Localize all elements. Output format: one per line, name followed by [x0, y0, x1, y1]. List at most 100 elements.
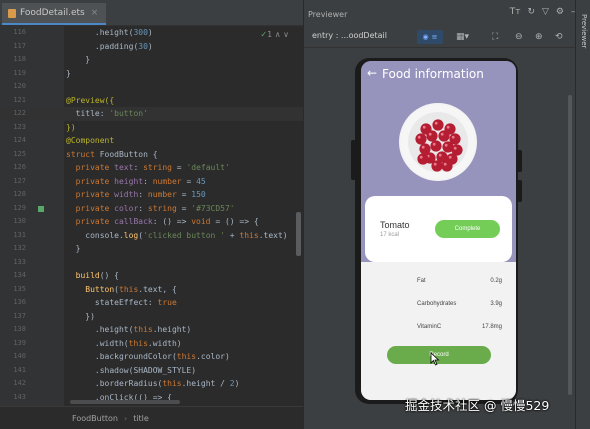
refresh-icon[interactable]: ↻ — [527, 7, 535, 17]
code-token: } — [75, 244, 81, 253]
code-text[interactable]: .backgroundColor(this.color) — [66, 350, 230, 364]
code-line[interactable]: 128 private width: number = 150 — [0, 188, 303, 202]
code-token: build — [75, 271, 100, 280]
code-line[interactable]: 138 .height(this.height) — [0, 323, 303, 337]
code-text[interactable]: private text: string = 'default' — [66, 161, 230, 175]
line-number: 127 — [13, 176, 26, 185]
code-line[interactable]: 135 Button(this.text, { — [0, 283, 303, 297]
code-text[interactable]: } — [66, 242, 81, 256]
code-line[interactable]: 123}) — [0, 121, 303, 135]
code-line[interactable]: 133 — [0, 256, 303, 270]
code-line[interactable]: 125 struct FoodButton { — [0, 148, 303, 162]
code-text[interactable]: .shadow(SHADOW_STYLE) — [66, 364, 196, 378]
code-text[interactable]: .height(300) — [66, 26, 153, 40]
code-text[interactable]: }) — [66, 121, 76, 135]
code-token: @Component — [66, 136, 115, 145]
code-text[interactable]: console.log('clicked button ' + this.tex… — [66, 229, 287, 243]
tab-food-detail[interactable]: FoodDetail.ets × — [2, 3, 107, 25]
tomato — [426, 130, 438, 142]
breadcrumb-item-title[interactable]: title — [133, 414, 149, 423]
inspection-widget[interactable]: ✓1 ∧ ∨ — [260, 30, 289, 39]
rotate-icon[interactable]: ⟲ — [555, 30, 563, 44]
up-arrow-icon[interactable]: ∧ — [275, 30, 281, 39]
code-line[interactable]: 139 .width(this.width) — [0, 337, 303, 351]
tomato — [417, 153, 429, 165]
editor-vertical-scrollbar[interactable] — [296, 212, 301, 256]
close-tab-icon[interactable]: × — [91, 8, 99, 18]
tomato-highlight — [432, 142, 436, 146]
previewer-scrollbar[interactable] — [568, 95, 572, 395]
code-line[interactable]: 137 }) — [0, 310, 303, 324]
line-number: 136 — [13, 298, 26, 306]
code-token: : — [147, 298, 158, 307]
code-token: private — [75, 163, 115, 172]
device-selector[interactable]: entry : ...oodDetail — [312, 31, 387, 40]
code-text[interactable]: build() { — [66, 269, 119, 283]
code-line[interactable]: 121 @Preview({ — [0, 94, 303, 108]
complete-button[interactable]: Complete — [435, 220, 500, 238]
code-text[interactable]: Button(this.text, { — [66, 283, 177, 297]
gear-icon[interactable]: ⚙ — [556, 7, 564, 17]
code-text[interactable]: title: 'button' — [66, 107, 148, 121]
code-text[interactable]: .borderRadius(this.height / 2) — [66, 377, 240, 391]
code-line[interactable]: 134 build() { — [0, 269, 303, 283]
previewer-title: Previewer — [308, 10, 348, 19]
nutrient-name: Fat — [417, 278, 426, 284]
code-token: private — [75, 203, 115, 213]
font-size-icon[interactable]: Tт — [510, 7, 521, 17]
line-number: 141 — [13, 365, 26, 374]
nutrient-value: 0.2g — [490, 278, 502, 284]
code-text[interactable]: }) — [66, 310, 95, 324]
zoom-in-icon[interactable]: ⊕ — [535, 30, 543, 44]
code-text[interactable]: @Component — [66, 134, 114, 148]
code-text[interactable]: private width: number = 150 — [66, 188, 206, 202]
code-line[interactable]: 120 — [0, 80, 303, 94]
down-arrow-icon[interactable]: ∨ — [283, 30, 289, 39]
side-previewer-label[interactable]: Previewer — [578, 14, 588, 48]
code-text[interactable]: private color: string = '#73CD57' — [66, 202, 235, 216]
code-line[interactable]: 141 .shadow(SHADOW_STYLE) — [0, 364, 303, 378]
code-text[interactable]: .height(this.height) — [66, 323, 191, 337]
code-text[interactable]: stateEffect: true — [66, 296, 177, 310]
code-line[interactable]: 142 .borderRadius(this.height / 2) — [0, 377, 303, 391]
back-arrow-icon[interactable]: ← — [367, 66, 377, 80]
code-line[interactable]: 116 .height(300) — [0, 26, 303, 40]
fit-screen-icon[interactable]: ⛶ — [492, 30, 498, 44]
code-lines[interactable]: 116 .height(300) 117 .padding(30) 118 } 119… — [0, 26, 303, 418]
code-token: 45 — [196, 176, 206, 186]
code-line[interactable]: 132 } — [0, 242, 303, 256]
code-line[interactable]: 124 @Component — [0, 134, 303, 148]
code-line[interactable]: 127 private height: number = 45 — [0, 175, 303, 189]
code-text[interactable]: private height: number = 45 — [66, 175, 206, 189]
code-line[interactable]: 129 private color: string = '#73CD57' — [0, 202, 303, 216]
code-line[interactable]: 117 .padding(30) — [0, 40, 303, 54]
code-text[interactable]: @Preview({ — [66, 94, 114, 108]
code-line[interactable]: 118 } — [0, 53, 303, 67]
grid-icon[interactable]: ▦▾ — [456, 30, 469, 44]
code-line[interactable]: 122 title: 'button' — [0, 107, 303, 121]
zoom-out-icon[interactable]: ⊖ — [515, 30, 523, 44]
code-line[interactable]: 126 private text: string = 'default' — [0, 161, 303, 175]
editor-horizontal-scrollbar[interactable] — [70, 400, 180, 404]
code-line[interactable]: 140 .backgroundColor(this.color) — [0, 350, 303, 364]
inspector-toggle[interactable]: ◉ ≡ — [417, 30, 443, 44]
code-line[interactable]: 136 stateEffect: true — [0, 296, 303, 310]
code-text[interactable]: .padding(30) — [66, 40, 153, 54]
code-token: ) — [234, 379, 240, 388]
code-line[interactable]: 131 console.log('clicked button ' + this… — [0, 229, 303, 243]
code-text[interactable]: struct FoodButton { — [66, 148, 158, 162]
code-text[interactable]: .width(this.width) — [66, 337, 182, 351]
breadcrumb-item-struct[interactable]: FoodButton — [72, 414, 118, 423]
filter-icon[interactable]: ▽ — [542, 7, 549, 17]
nutrient-row-vitaminc: VitaminC 17.8mg — [361, 324, 516, 336]
code-editor[interactable]: FoodDetail.ets × 116 .height(300) 117 .pa… — [0, 0, 303, 429]
code-text[interactable]: private callBack: () => void = () => { — [66, 215, 259, 229]
code-line[interactable]: 130 private callBack: () => void = () =>… — [0, 215, 303, 229]
code-text[interactable]: } — [66, 67, 71, 81]
breadcrumb: FoodButton › title — [0, 406, 303, 429]
code-line[interactable]: 119} — [0, 67, 303, 81]
nutrient-row-carbohydrates: Carbohydrates 3.9g — [361, 301, 516, 313]
code-text[interactable]: } — [66, 53, 90, 67]
code-token: this — [128, 338, 148, 348]
code-token: stateEffect — [94, 298, 148, 307]
